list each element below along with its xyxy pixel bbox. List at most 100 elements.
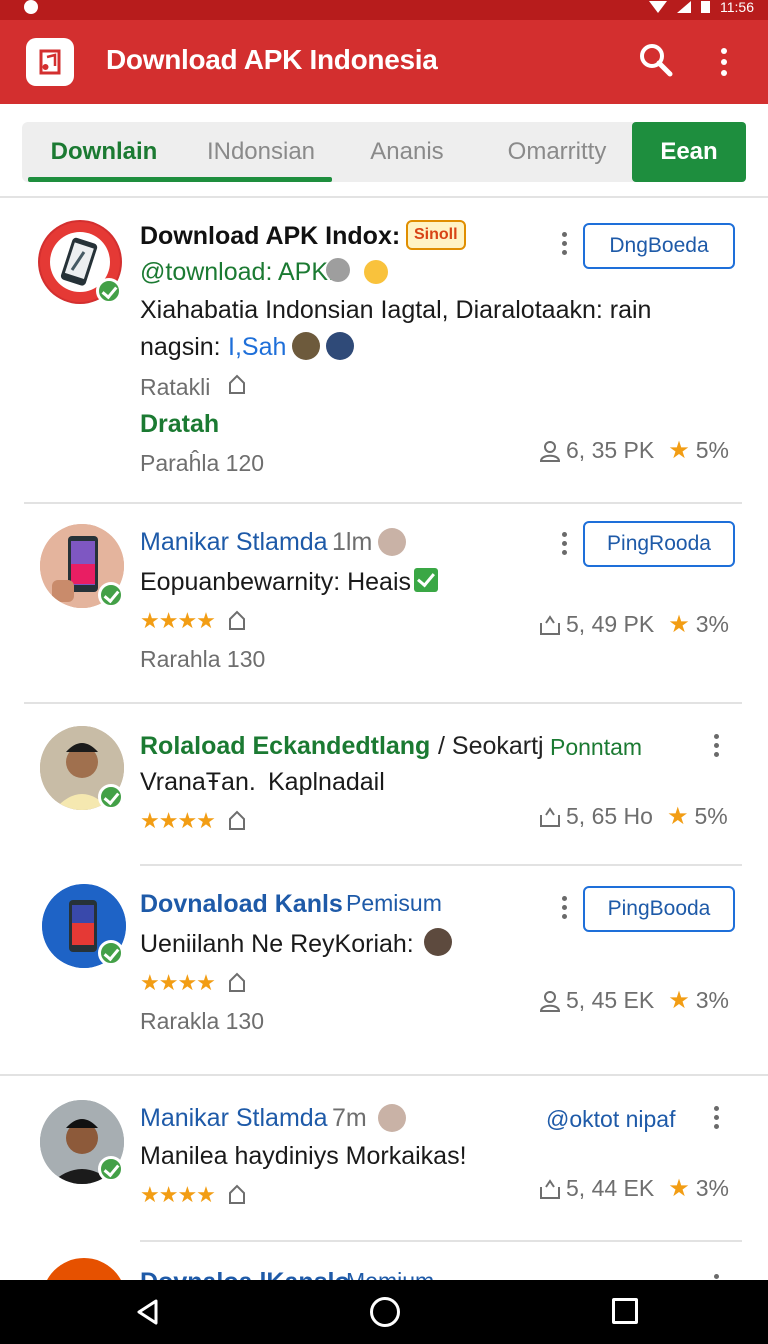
recent-apps-icon[interactable] [612, 1298, 638, 1324]
stat-count: 5, 49 PK [566, 611, 655, 637]
tab-ananis[interactable]: Ananis [352, 122, 462, 182]
post-link[interactable]: I,Sah [228, 333, 286, 362]
post-body: Eopuanbewarnity: Heais [140, 568, 411, 596]
user-icon [539, 990, 561, 1012]
post-body: Manilea haydiniys Morkaikas! [140, 1142, 467, 1170]
stat-percent: 5% [694, 803, 728, 829]
tab-omarritty[interactable]: Omarritty [482, 122, 632, 182]
home-icon [229, 610, 245, 630]
post-menu-icon[interactable] [708, 1102, 724, 1132]
post-title[interactable]: Download APK Indox: [140, 222, 400, 251]
user-avatar-small [378, 1104, 406, 1132]
rating-stars: ★★★★ [140, 970, 216, 995]
app-bar: Download APK Indonesia [0, 20, 768, 104]
post-badge: Sinoll [406, 220, 466, 250]
post-card[interactable]: Rolaload Eckandedtlang / Seokartj Ponnta… [0, 704, 768, 866]
stat-percent: 3% [695, 987, 729, 1013]
post-tag[interactable]: Memium [346, 1268, 434, 1280]
post-card[interactable]: Dovnaloa lKanslo Memium [0, 1242, 768, 1280]
avatar[interactable] [42, 1258, 126, 1280]
battery-icon [701, 1, 710, 13]
post-menu-icon[interactable] [556, 528, 572, 558]
wifi-icon [649, 1, 667, 13]
post-title[interactable]: Manikar Stlamda [140, 528, 328, 557]
post-title[interactable]: Dovnaload Kanls [140, 890, 343, 919]
home-button-icon[interactable] [370, 1297, 400, 1327]
post-handle[interactable]: @oktot nipaf [546, 1106, 675, 1133]
user-icon [539, 440, 561, 462]
stat-count: 5, 44 EK [566, 1175, 655, 1201]
tab-downlain[interactable]: Downlain [22, 122, 186, 182]
post-handle[interactable]: @townload: APK: [140, 258, 335, 287]
follow-button[interactable]: DngBoeda [583, 223, 735, 269]
post-title[interactable]: Dovnaloa lKanslo [140, 1268, 350, 1280]
post-tag[interactable]: Ponntam [550, 734, 642, 761]
action-link[interactable]: Dratah [140, 410, 219, 439]
coin-icon [364, 260, 388, 284]
verified-icon [98, 940, 124, 966]
star-icon: ★ [668, 987, 690, 1014]
stat-percent: 5% [695, 437, 729, 463]
stat-percent: 3% [695, 1175, 729, 1201]
post-menu-icon[interactable] [708, 730, 724, 760]
stat-count: 5, 65 Ho [566, 803, 653, 829]
post-card[interactable]: Manikar Stlamda 7m @oktot nipaf Manilea … [0, 1076, 768, 1242]
star-icon: ★ [668, 1175, 690, 1202]
back-icon[interactable] [134, 1298, 162, 1326]
post-link[interactable]: Kaplnadail [268, 768, 385, 797]
post-meta: Rarahla 130 [140, 646, 266, 672]
star-icon: ★ [666, 803, 689, 830]
follow-button[interactable]: PingRooda [583, 521, 735, 567]
post-card[interactable]: Dovnaload Kanls Pemisum PingBooda Ueniil… [0, 864, 768, 1076]
stat-percent: 3% [695, 611, 729, 637]
share-icon [540, 614, 560, 635]
status-bar: 11:56 [0, 0, 768, 20]
status-icons: 11:56 [649, 0, 754, 15]
post-feed[interactable]: Download APK Indox: Sinoll @townload: AP… [0, 198, 768, 1280]
home-icon [229, 810, 245, 830]
post-stats: 5, 45 EK ★ 3% [538, 986, 729, 1015]
share-icon [540, 806, 560, 827]
signal-icon [677, 1, 691, 13]
home-icon [229, 374, 245, 394]
post-menu-icon[interactable] [708, 1270, 724, 1280]
post-title[interactable]: Rolaload Eckandedtlang [140, 732, 430, 761]
post-card[interactable]: Download APK Indox: Sinoll @townload: AP… [0, 198, 768, 504]
follow-button[interactable]: PingBooda [583, 886, 735, 932]
notification-icon [24, 0, 38, 14]
tag-icon [326, 258, 350, 282]
verified-icon [96, 278, 122, 304]
app-title: Download APK Indonesia [106, 44, 438, 75]
rating-stars: ★★★★ [140, 808, 216, 833]
verified-icon [98, 1156, 124, 1182]
post-meta: Rarakla 130 [140, 1008, 265, 1034]
post-time: 1lm [332, 528, 373, 556]
more-options-icon[interactable] [710, 42, 738, 82]
star-icon: ★ [668, 611, 690, 638]
status-time: 11:56 [720, 0, 754, 15]
post-menu-icon[interactable] [556, 228, 572, 258]
stat-count: 6, 35 PK [566, 437, 655, 463]
user-avatar-small [326, 332, 354, 360]
active-tab-indicator [28, 177, 332, 182]
post-tag[interactable]: Pemisum [346, 890, 442, 917]
post-meta: Ratakli [140, 374, 211, 400]
post-title[interactable]: Manikar Stlamda [140, 1104, 328, 1133]
post-subtitle: VranaŦan. [140, 768, 256, 796]
tab-eean[interactable]: Eean [632, 122, 746, 182]
post-stats: 5, 49 PK ★ 3% [538, 610, 729, 639]
post-stats: 5, 44 EK ★ 3% [538, 1174, 729, 1203]
tab-bar: Downlain INdonsian Ananis Omarritty Eean [0, 104, 768, 198]
app-logo-icon [26, 38, 74, 86]
search-icon[interactable] [636, 40, 676, 80]
user-avatar-small [378, 528, 406, 556]
check-icon [414, 568, 438, 592]
post-menu-icon[interactable] [556, 892, 572, 922]
verified-icon [98, 582, 124, 608]
post-card[interactable]: Manikar Stlamda 1lm PingRooda Eopuanbewa… [0, 504, 768, 704]
tab-indonsian[interactable]: INdonsian [186, 122, 336, 182]
post-time: 7m [332, 1104, 367, 1132]
rating-stars: ★★★★ [140, 608, 216, 633]
user-avatar-small [424, 928, 452, 956]
post-stats: 5, 65 Ho ★ 5% [538, 802, 728, 831]
